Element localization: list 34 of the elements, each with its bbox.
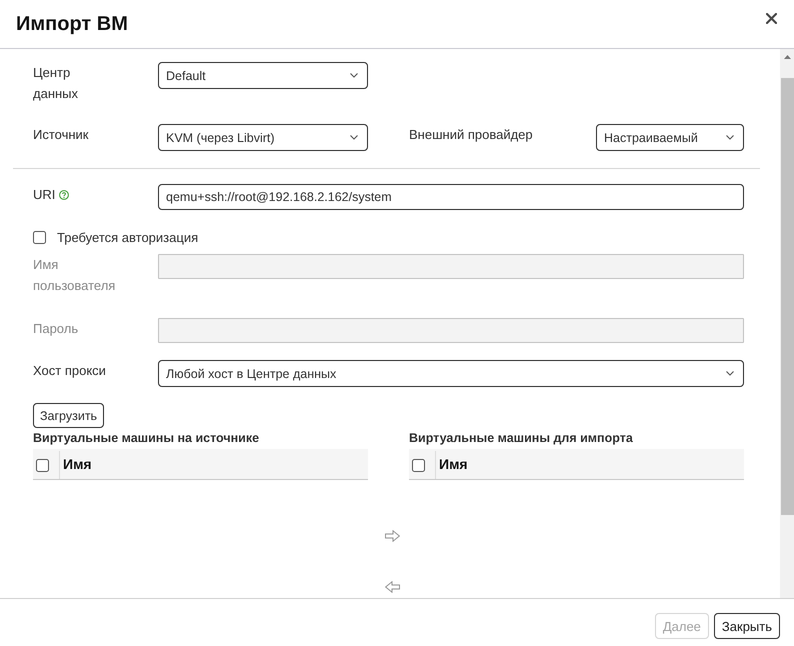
select-field[interactable]: Любой хост в Центре данных <box>158 360 744 387</box>
field-label: URI <box>33 186 56 204</box>
field-label: Имя пользователя <box>33 256 116 295</box>
select-all-checkbox[interactable] <box>36 458 49 472</box>
scrollbar-thumb[interactable] <box>781 78 794 515</box>
dialog-title: Импорт ВМ <box>16 12 128 36</box>
list-title: Виртуальные машины для импорта <box>409 430 634 446</box>
field-label: Центр данных <box>33 64 80 103</box>
select-field[interactable]: Default <box>158 62 368 89</box>
select-field[interactable]: Настраиваемый <box>596 124 744 151</box>
field-label: Хост прокси <box>33 362 106 380</box>
select-all-checkbox[interactable] <box>412 458 425 472</box>
select-field[interactable]: KVM (через Libvirt) <box>158 124 368 151</box>
column-header[interactable]: Имя <box>60 449 92 479</box>
checkbox-label: Требуется авторизация <box>57 230 198 244</box>
field-label: Пароль <box>33 320 78 338</box>
text-field[interactable]: qemu+ssh://root@192.168.2.162/system <box>158 184 744 210</box>
close-icon[interactable] <box>766 13 777 24</box>
scrollbar[interactable] <box>780 49 794 598</box>
scroll-up-icon[interactable] <box>784 55 790 59</box>
checkbox[interactable] <box>33 230 46 244</box>
chevron-down-icon <box>350 135 358 140</box>
field-label: Источник <box>33 126 88 144</box>
list-title: Виртуальные машины на источнике <box>33 430 260 446</box>
chevron-down-icon <box>350 73 358 78</box>
right-arrow-icon[interactable] <box>385 530 400 542</box>
chevron-down-icon <box>726 371 734 376</box>
load-button[interactable]: Загрузить <box>33 403 104 428</box>
left-arrow-icon[interactable] <box>385 581 400 593</box>
help-icon[interactable] <box>59 190 70 200</box>
column-header[interactable]: Имя <box>436 449 468 479</box>
close-button[interactable]: Закрыть <box>714 613 780 639</box>
chevron-down-icon <box>726 135 734 140</box>
field-label: Внешний провайдер <box>409 126 533 144</box>
